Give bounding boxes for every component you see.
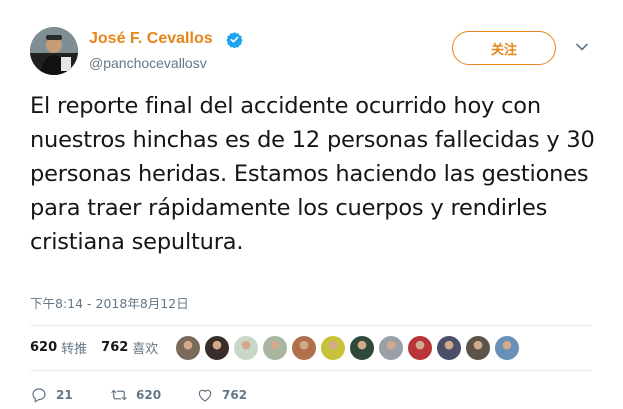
liker-avatar[interactable]	[320, 335, 346, 361]
retweet-icon	[111, 389, 127, 401]
like-button[interactable]: 762	[196, 386, 247, 404]
liker-avatar[interactable]	[204, 335, 230, 361]
tweet-card: José F. Cevallos @panchocevallosv 关注 El …	[0, 0, 623, 409]
reply-count: 21	[56, 388, 73, 402]
liker-avatar[interactable]	[494, 335, 520, 361]
liker-avatar[interactable]	[465, 335, 491, 361]
divider	[30, 325, 592, 326]
tweet-timestamp[interactable]: 下午8:14 - 2018年8月12日	[30, 293, 189, 312]
liker-avatar[interactable]	[233, 335, 259, 361]
retweet-count: 620	[136, 388, 162, 402]
liker-avatar[interactable]	[349, 335, 375, 361]
liker-avatar[interactable]	[175, 335, 201, 361]
engagement-stats: 620 转推 762 喜欢	[30, 338, 158, 357]
retweets-count[interactable]: 620	[30, 340, 57, 355]
follow-button[interactable]: 关注	[452, 31, 556, 65]
liker-avatar[interactable]	[291, 335, 317, 361]
avatar-image	[30, 27, 78, 75]
divider	[30, 370, 592, 371]
retweets-label[interactable]: 转推	[61, 338, 87, 357]
liker-avatar[interactable]	[436, 335, 462, 361]
likes-label[interactable]: 喜欢	[132, 338, 158, 357]
chevron-down-icon[interactable]	[576, 43, 588, 51]
liker-avatars	[175, 335, 523, 361]
author-avatar[interactable]	[30, 27, 78, 75]
author-display-name[interactable]: José F. Cevallos	[89, 30, 213, 48]
liker-avatar[interactable]	[407, 335, 433, 361]
reply-button[interactable]: 21	[30, 386, 110, 404]
retweet-button[interactable]: 620	[110, 386, 196, 404]
liker-avatar[interactable]	[262, 335, 288, 361]
tweet-text: El reporte final del accidente ocurrido …	[30, 93, 595, 255]
likes-count[interactable]: 762	[101, 340, 128, 355]
verified-badge-icon	[226, 32, 243, 48]
author-username[interactable]: @panchocevallosv	[89, 55, 207, 71]
reply-icon	[32, 388, 46, 403]
like-icon	[198, 389, 212, 402]
like-count: 762	[222, 388, 248, 402]
tweet-actions: 21 620 762	[30, 386, 247, 404]
liker-avatar[interactable]	[378, 335, 404, 361]
